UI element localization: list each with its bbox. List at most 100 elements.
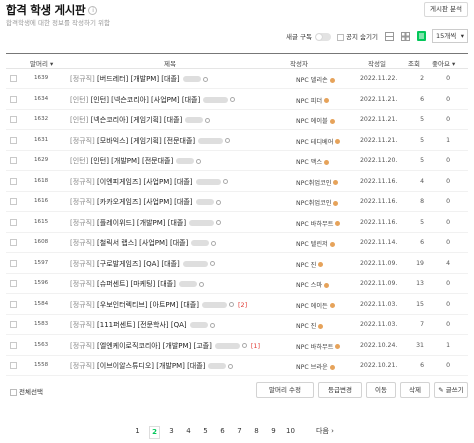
- post-subject[interactable]: [인턴] [인턴] [넥슨코리아] [사업PM] [대졸]: [70, 95, 236, 105]
- page-link[interactable]: 1: [132, 426, 143, 437]
- post-author[interactable]: NPC 진: [296, 260, 324, 269]
- row-checkbox[interactable]: [10, 75, 17, 82]
- post-title[interactable]: [넥슨코리아] [게임기획] [대졸]: [91, 116, 183, 124]
- post-title[interactable]: [111퍼센트] [전문학사] [QA]: [97, 321, 187, 329]
- album-view-icon[interactable]: [400, 31, 410, 41]
- table-row[interactable]: 1618 [정규직] [이엔피게임즈] [사업PM] [대졸] NPC취업코인 202…: [6, 173, 468, 192]
- row-checkbox[interactable]: [10, 157, 17, 164]
- post-subject[interactable]: [정규직] [버드레터] [개발PM] [대졸]: [70, 74, 208, 84]
- row-checkbox[interactable]: [10, 341, 17, 349]
- move-button[interactable]: 이동: [366, 382, 396, 398]
- table-row[interactable]: 1608 [정규직] [철릭서 랩스] [사업PM] [대졸] NPC 텔린저 202…: [6, 234, 468, 253]
- board-analyze-button[interactable]: 게시판 분석: [424, 2, 468, 17]
- post-title[interactable]: [버드레터] [개발PM] [대졸]: [97, 75, 180, 83]
- row-checkbox[interactable]: [10, 116, 17, 123]
- row-checkbox[interactable]: [10, 321, 17, 328]
- list-view-icon[interactable]: [416, 31, 426, 41]
- table-row[interactable]: 1558 [정규직] [이브이알스튜디오] [개발PM] [대졸] NPC 브라운 2…: [6, 357, 468, 376]
- post-subject[interactable]: [정규직] [이엔피게임즈] [사업PM] [대졸]: [70, 177, 228, 187]
- post-subject[interactable]: [정규직] [카카오게임즈] [사업PM] [대졸]: [70, 197, 221, 207]
- row-checkbox[interactable]: [10, 198, 17, 205]
- post-subject[interactable]: [정규직] [엘엔케이로직코리아] [개발PM] [고졸] [1]: [70, 341, 260, 351]
- page-link[interactable]: 7: [234, 426, 245, 437]
- page-link[interactable]: 8: [251, 426, 262, 437]
- row-checkbox[interactable]: [10, 177, 17, 185]
- post-author[interactable]: NPC 델리손: [296, 75, 335, 84]
- table-row[interactable]: 1597 [정규직] [구로발게임즈] [QA] [대졸] NPC 진 2022.11…: [6, 255, 468, 274]
- table-row[interactable]: 1563 [정규직] [엘엔케이로직코리아] [개발PM] [고졸] [1] NPC …: [6, 337, 468, 356]
- post-subject[interactable]: [정규직] [플레이위드] [개발PM] [대졸]: [70, 218, 222, 228]
- select-all-checkbox[interactable]: [10, 388, 17, 396]
- edit-prefix-button[interactable]: 말머리 수정: [256, 382, 314, 398]
- table-row[interactable]: 1631 [정규직] [모바익스] [게임기획] [전문대졸] NPC 테디베어 20…: [6, 132, 468, 151]
- hide-notice-option[interactable]: 공지 숨기기: [337, 31, 378, 41]
- post-title[interactable]: [엘엔케이로직코리아] [개발PM] [고졸]: [97, 342, 212, 350]
- row-checkbox[interactable]: [10, 362, 17, 369]
- post-author[interactable]: NPC 진: [296, 321, 324, 330]
- post-author[interactable]: NPC 맥스: [296, 157, 330, 166]
- comment-count[interactable]: [2]: [238, 301, 247, 309]
- table-row[interactable]: 1615 [정규직] [플레이위드] [개발PM] [대졸] NPC 바하무트 202…: [6, 214, 468, 233]
- row-checkbox[interactable]: [10, 239, 17, 246]
- hide-notice-checkbox[interactable]: [337, 33, 345, 41]
- post-author[interactable]: NPC취업코인: [296, 178, 339, 187]
- post-author[interactable]: NPC 에이든: [296, 301, 335, 310]
- table-row[interactable]: 1596 [정규직] [슈퍼센트] [마케팅] [대졸] NPC 스마 2022.11…: [6, 275, 468, 294]
- subscribe-toggle[interactable]: 새글 구독: [286, 31, 332, 41]
- post-title[interactable]: [플레이위드] [개발PM] [대졸]: [97, 219, 186, 227]
- page-link[interactable]: 5: [200, 426, 211, 437]
- post-title[interactable]: [카카오게임즈] [사업PM] [대졸]: [97, 198, 193, 206]
- post-title[interactable]: [구로발게임즈] [QA] [대졸]: [97, 260, 180, 268]
- post-author[interactable]: NPC 브라운: [296, 362, 335, 371]
- table-row[interactable]: 1639 [정규직] [버드레터] [개발PM] [대졸] NPC 델리손 2022.…: [6, 70, 468, 89]
- page-link[interactable]: 2: [149, 426, 160, 439]
- per-page-select[interactable]: 15개씩 ▾: [432, 29, 468, 43]
- post-author[interactable]: NPC 바하무트: [296, 219, 341, 228]
- post-title[interactable]: [철릭서 랩스] [사업PM] [대졸]: [97, 239, 188, 247]
- post-author[interactable]: NPC 바하무트: [296, 342, 341, 351]
- page-link[interactable]: 3: [166, 426, 177, 437]
- post-subject[interactable]: [정규직] [구로발게임즈] [QA] [대졸]: [70, 259, 215, 269]
- row-checkbox[interactable]: [10, 95, 17, 103]
- post-title[interactable]: [슈퍼센트] [마케팅] [대졸]: [97, 280, 176, 288]
- write-post-button[interactable]: ✎ 글쓰기: [434, 382, 468, 398]
- post-subject[interactable]: [정규직] [우보인터렉티브] [아트PM] [대졸] [2]: [70, 300, 247, 310]
- select-all[interactable]: 전체선택: [10, 386, 43, 396]
- post-author[interactable]: NPC 에이블: [296, 116, 335, 125]
- table-row[interactable]: 1634 [인턴] [인턴] [넥슨코리아] [사업PM] [대졸] NPC 피더 2…: [6, 91, 468, 110]
- row-checkbox[interactable]: [10, 218, 17, 226]
- row-checkbox[interactable]: [10, 136, 17, 144]
- post-author[interactable]: NPC 테디베어: [296, 137, 341, 146]
- page-link[interactable]: 6: [217, 426, 228, 437]
- post-title[interactable]: [이브이알스튜디오] [개발PM] [대졸]: [97, 362, 205, 370]
- card-view-icon[interactable]: [384, 31, 394, 41]
- table-row[interactable]: 1616 [정규직] [카카오게임즈] [사업PM] [대졸] NPC취업코인 202…: [6, 193, 468, 212]
- post-author[interactable]: NPC취업코인: [296, 198, 339, 207]
- post-subject[interactable]: [인턴] [인턴] [개발PM] [전문대졸]: [70, 156, 202, 166]
- page-link[interactable]: 10: [285, 426, 296, 437]
- next-page-link[interactable]: 다음 ›: [310, 426, 340, 437]
- comment-count[interactable]: [1]: [251, 342, 260, 350]
- post-author[interactable]: NPC 피더: [296, 96, 330, 105]
- post-title[interactable]: [우보인터렉티브] [아트PM] [대졸]: [97, 301, 199, 309]
- info-icon[interactable]: i: [88, 6, 98, 15]
- row-checkbox[interactable]: [10, 300, 17, 308]
- change-grade-button[interactable]: 등급변경: [318, 382, 362, 398]
- table-row[interactable]: 1632 [인턴] [넥슨코리아] [게임기획] [대졸] NPC 에이블 2022.…: [6, 111, 468, 130]
- table-row[interactable]: 1584 [정규직] [우보인터렉티브] [아트PM] [대졸] [2] NPC 에이…: [6, 296, 468, 315]
- table-row[interactable]: 1583 [정규직] [111퍼센트] [전문학사] [QA] NPC 진 2022.…: [6, 316, 468, 335]
- delete-button[interactable]: 삭제: [400, 382, 430, 398]
- row-checkbox[interactable]: [10, 259, 17, 267]
- toggle-switch-icon[interactable]: [315, 33, 332, 41]
- post-subject[interactable]: [정규직] [이브이알스튜디오] [개발PM] [대졸]: [70, 361, 234, 371]
- table-row[interactable]: 1629 [인턴] [인턴] [개발PM] [전문대졸] NPC 맥스 2022.11…: [6, 152, 468, 171]
- post-subject[interactable]: [인턴] [넥슨코리아] [게임기획] [대졸]: [70, 115, 211, 125]
- page-link[interactable]: 9: [268, 426, 279, 437]
- post-subject[interactable]: [정규직] [슈퍼센트] [마케팅] [대졸]: [70, 279, 204, 289]
- post-subject[interactable]: [정규직] [철릭서 랩스] [사업PM] [대졸]: [70, 238, 217, 248]
- page-link[interactable]: 4: [183, 426, 194, 437]
- post-title[interactable]: [모바익스] [게임기획] [전문대졸]: [97, 137, 195, 145]
- post-author[interactable]: NPC 스마: [296, 280, 330, 289]
- post-title[interactable]: [이엔피게임즈] [사업PM] [대졸]: [97, 178, 193, 186]
- post-subject[interactable]: [정규직] [모바익스] [게임기획] [전문대졸]: [70, 136, 231, 146]
